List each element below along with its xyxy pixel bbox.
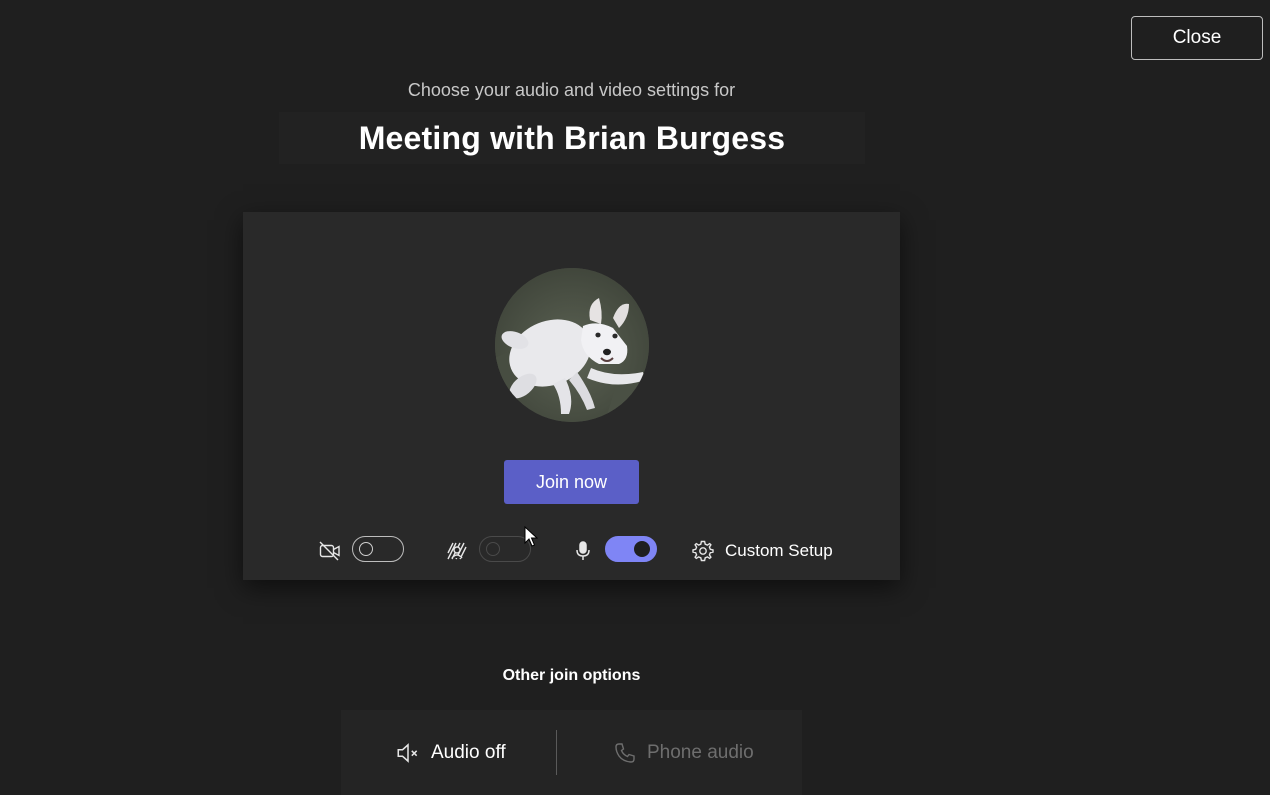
background-effects-icon xyxy=(444,538,470,564)
audio-off-label: Audio off xyxy=(431,742,506,763)
options-divider xyxy=(556,730,557,775)
camera-toggle[interactable] xyxy=(352,536,404,562)
audio-off-button[interactable]: Audio off xyxy=(395,738,506,768)
phone-audio-button[interactable]: Phone audio xyxy=(613,738,754,768)
pre-join-screen: Close Choose your audio and video settin… xyxy=(0,0,1270,795)
meeting-title-container: Meeting with Brian Burgess xyxy=(279,112,865,164)
dog-photo xyxy=(495,268,649,422)
avatar xyxy=(495,268,649,422)
phone-audio-label: Phone audio xyxy=(647,742,754,763)
phone-icon xyxy=(615,743,635,763)
custom-setup-button[interactable]: Custom Setup xyxy=(691,538,833,564)
camera-off-icon xyxy=(317,538,343,564)
microphone-toggle-knob xyxy=(634,541,650,557)
background-effects-toggle-knob xyxy=(486,542,500,556)
speaker-mute-icon xyxy=(397,743,418,763)
video-preview-card: Join now Custom Setup xyxy=(243,212,900,580)
custom-setup-label: Custom Setup xyxy=(725,541,833,560)
other-join-options-bar: Audio off Phone audio xyxy=(341,710,802,795)
microphone-icon xyxy=(570,538,596,564)
close-button[interactable]: Close xyxy=(1131,16,1263,60)
gear-icon xyxy=(692,540,714,562)
camera-toggle-knob xyxy=(359,542,373,556)
meeting-title: Meeting with Brian Burgess xyxy=(358,119,786,156)
mouse-cursor-icon xyxy=(524,526,538,547)
other-join-options-label: Other join options xyxy=(502,667,641,684)
microphone-toggle[interactable] xyxy=(605,536,657,562)
settings-subtitle: Choose your audio and video settings for xyxy=(407,80,736,100)
join-now-button[interactable]: Join now xyxy=(504,460,639,504)
